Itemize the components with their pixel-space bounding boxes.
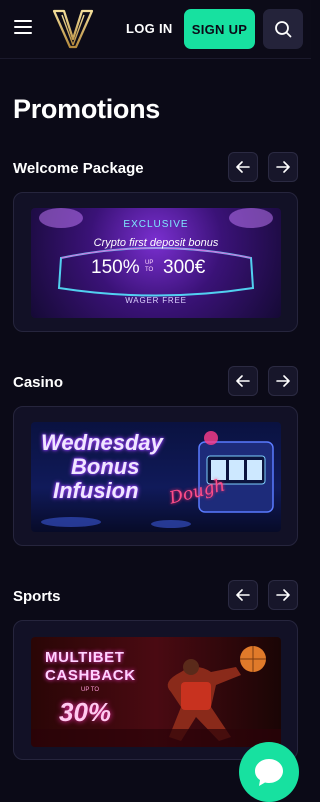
casino-line2: Bonus <box>71 454 140 479</box>
casino-next-button[interactable] <box>268 366 298 396</box>
welcome-badge: EXCLUSIVE <box>123 219 189 230</box>
hamburger-menu-icon[interactable] <box>14 20 32 34</box>
welcome-amount: 300€ <box>163 257 206 278</box>
welcome-upto: UP TO <box>145 260 154 273</box>
welcome-headline: Crypto first deposit bonus <box>93 237 219 249</box>
arrow-right-icon <box>276 375 290 387</box>
promo-card-casino[interactable]: Wednesday Bonus Infusion Dough <box>13 406 298 546</box>
sports-percent: 30% <box>59 697 112 727</box>
section-title-casino: Casino <box>13 374 64 391</box>
arrow-left-icon <box>236 375 250 387</box>
sports-banner: MULTIBET CASHBACK UP TO 30% <box>31 637 281 747</box>
welcome-next-button[interactable] <box>268 152 298 182</box>
promo-card-sports[interactable]: MULTIBET CASHBACK UP TO 30% <box>13 620 298 760</box>
welcome-banner: EXCLUSIVE Crypto first deposit bonus 150… <box>31 208 281 318</box>
arrow-right-icon <box>276 161 290 173</box>
promo-card-welcome[interactable]: EXCLUSIVE Crypto first deposit bonus 150… <box>13 192 298 332</box>
live-chat-button[interactable] <box>239 742 299 802</box>
welcome-prev-button[interactable] <box>228 152 258 182</box>
sports-upto: UP TO <box>81 687 100 693</box>
casino-line3: Infusion <box>53 478 139 503</box>
sports-next-button[interactable] <box>268 580 298 610</box>
arrow-right-icon <box>276 589 290 601</box>
top-header: LOG IN SIGN UP <box>0 0 311 59</box>
arrow-left-icon <box>236 161 250 173</box>
search-icon <box>275 21 292 38</box>
login-button[interactable]: LOG IN <box>126 21 173 36</box>
section-title-sports: Sports <box>13 588 61 605</box>
casino-prev-button[interactable] <box>228 366 258 396</box>
welcome-footer: WAGER FREE <box>125 296 187 305</box>
casino-banner: Wednesday Bonus Infusion Dough <box>31 422 281 532</box>
casino-line1: Wednesday <box>41 430 163 455</box>
welcome-percent: 150% <box>91 257 140 278</box>
v-logo-icon[interactable] <box>52 9 94 49</box>
chat-bubble-icon <box>255 759 283 786</box>
arrow-left-icon <box>236 589 250 601</box>
sports-prev-button[interactable] <box>228 580 258 610</box>
signup-button[interactable]: SIGN UP <box>184 9 255 49</box>
sports-line1: MULTIBET <box>45 649 125 666</box>
search-button[interactable] <box>263 9 303 49</box>
section-title-welcome: Welcome Package <box>13 160 144 177</box>
sports-line2: CASHBACK <box>45 667 136 684</box>
page-title: Promotions <box>13 94 161 124</box>
